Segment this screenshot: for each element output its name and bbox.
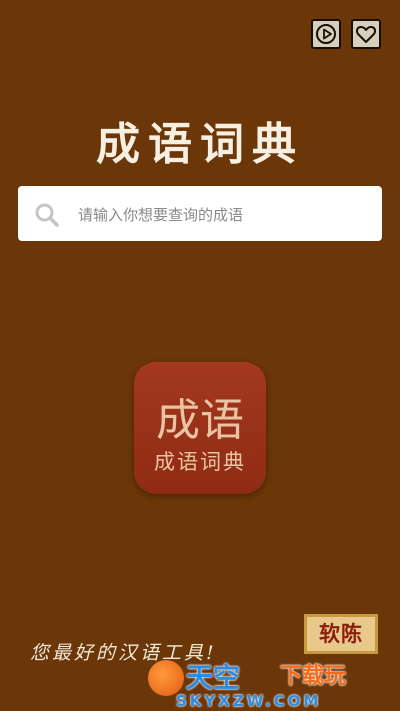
play-circle-icon [316, 24, 336, 44]
search-icon [35, 203, 59, 227]
app-logo-small-text: 成语词典 [154, 450, 246, 474]
ruanchen-badge: 软陈 [304, 614, 378, 654]
app-title: 成语词典 [96, 119, 304, 170]
app-logo: 成语 成语词典 [134, 362, 266, 494]
watermark-domain: SKYXZW.COM [176, 692, 322, 710]
watermark-sub-text: 下载玩 [280, 664, 347, 689]
play-button[interactable] [311, 19, 341, 49]
search-input[interactable] [76, 186, 370, 243]
app-logo-big-text: 成语 [156, 395, 244, 446]
watermark-main-text: 天空 [186, 663, 240, 694]
heart-icon [355, 25, 377, 43]
search-bar[interactable] [18, 186, 382, 243]
site-watermark: 天空 下载玩 SKYXZW.COM [138, 654, 400, 711]
watermark-logo-icon [148, 660, 184, 696]
favorites-button[interactable] [351, 19, 381, 49]
